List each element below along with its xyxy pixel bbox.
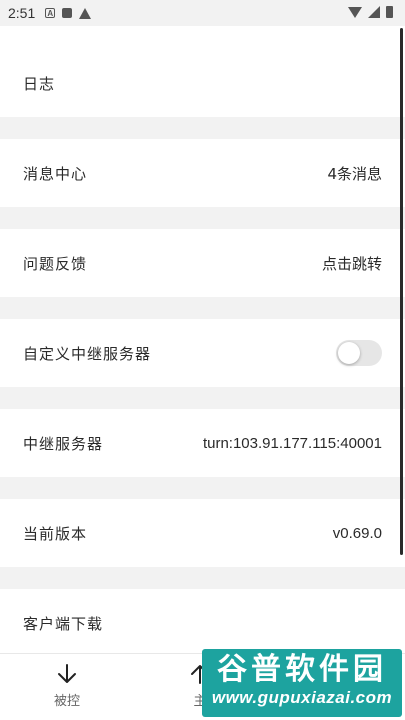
client-download-row[interactable]: 客户端下载 bbox=[0, 589, 405, 657]
watermark-url: www.gupuxiazai.com bbox=[211, 688, 393, 707]
log-label: 日志 bbox=[23, 74, 56, 93]
custom-relay-toggle[interactable] bbox=[336, 340, 382, 366]
custom-relay-label: 自定义中继服务器 bbox=[23, 344, 152, 363]
wifi-icon bbox=[348, 6, 362, 18]
client-download-label: 客户端下载 bbox=[23, 614, 104, 633]
watermark-logo: 谷普软件园 www.gupuxiazai.com bbox=[202, 649, 402, 717]
cell-signal-icon bbox=[368, 6, 380, 18]
watermark-title: 谷普软件园 bbox=[217, 652, 387, 687]
status-time: 2:51 bbox=[8, 5, 36, 21]
version-value: v0.69.0 bbox=[332, 524, 382, 542]
scrollbar[interactable] bbox=[400, 28, 403, 555]
relay-server-label: 中继服务器 bbox=[23, 434, 104, 453]
warning-icon bbox=[79, 7, 92, 19]
arrow-down-icon bbox=[58, 664, 76, 683]
feedback-row[interactable]: 问题反馈 点击跳转 bbox=[0, 229, 405, 297]
toggle-knob bbox=[338, 342, 360, 364]
message-center-row[interactable]: 消息中心 4条消息 bbox=[0, 139, 405, 207]
custom-relay-row: 自定义中继服务器 bbox=[0, 319, 405, 387]
status-bar: 2:51 A bbox=[0, 0, 405, 26]
previous-row-partial bbox=[0, 26, 405, 49]
message-count: 4条消息 bbox=[327, 164, 382, 183]
version-row: 当前版本 v0.69.0 bbox=[0, 499, 405, 567]
relay-server-value: turn:103.91.177.115:40001 bbox=[202, 434, 382, 452]
log-row[interactable]: 日志 bbox=[0, 49, 405, 117]
nav-label-controlled: 被控 bbox=[53, 694, 80, 709]
relay-server-row[interactable]: 中继服务器 turn:103.91.177.115:40001 bbox=[0, 409, 405, 477]
version-label: 当前版本 bbox=[23, 524, 88, 543]
status-system-icons bbox=[348, 6, 393, 18]
notification-square-icon bbox=[62, 8, 73, 18]
status-notification-icons: A bbox=[45, 7, 92, 19]
notification-a-icon: A bbox=[45, 8, 56, 18]
battery-icon bbox=[386, 6, 393, 18]
feedback-label: 问题反馈 bbox=[23, 254, 88, 273]
message-center-label: 消息中心 bbox=[23, 164, 88, 183]
nav-item-controlled[interactable]: 被控 bbox=[27, 662, 107, 709]
feedback-link[interactable]: 点击跳转 bbox=[322, 253, 382, 274]
